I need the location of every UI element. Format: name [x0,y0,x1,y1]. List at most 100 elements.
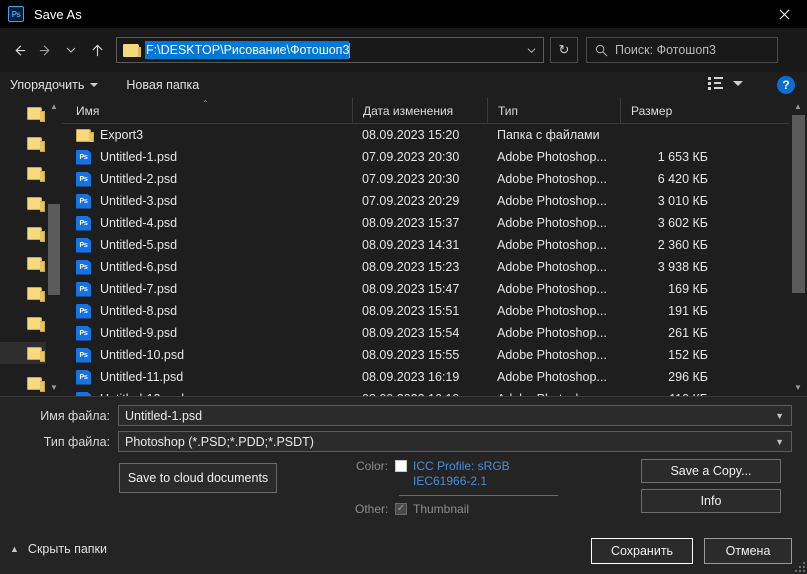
folder-icon [27,256,45,272]
folder-icon [27,136,45,152]
psd-file-icon: Ps [76,325,91,341]
file-name-label: Untitled-8.psd [100,304,178,318]
file-size-cell: 3 938 КБ [657,260,708,274]
table-row[interactable]: Ps Untitled-7.psd 08.09.2023 15:47 Adobe Ph… [62,278,789,300]
scroll-up-arrow-icon[interactable]: ▲ [46,98,62,115]
hide-folders-toggle[interactable]: ▲ Скрыть папки [10,542,107,556]
save-to-cloud-documents-button[interactable]: Save to cloud documents [119,463,277,493]
forward-button[interactable] [32,34,58,66]
save-a-copy-label: Save a Copy... [670,464,752,478]
file-size-cell: 2 360 КБ [657,238,708,252]
table-row[interactable]: PsUntitled-12.psd08.09.2023 16:19Adobe P… [62,388,789,396]
file-date-cell: 07.09.2023 20:30 [362,172,460,186]
resize-grip[interactable] [793,560,805,572]
table-row[interactable]: Ps Untitled-3.psd 07.09.2023 20:29 Adobe Ph… [62,190,789,212]
refresh-button[interactable]: ↻ [550,37,578,63]
cancel-label: Отмена [725,544,771,558]
chevron-down-icon [527,47,535,53]
chevron-down-icon[interactable]: ▼ [775,437,784,447]
scroll-up-arrow-icon[interactable]: ▲ [789,98,807,115]
table-row[interactable]: Export3 08.09.2023 15:20 Папка с файлами [62,124,789,146]
filetype-select[interactable]: Photoshop (*.PSD;*.PDD;*.PSDT) ▼ [118,431,792,452]
close-window-button[interactable] [761,0,807,28]
info-button[interactable]: Info [641,489,781,513]
file-name-cell: Ps Untitled-10.psd [62,347,352,363]
icc-profile-checkbox[interactable] [395,460,407,472]
file-list-scrollbar-thumb[interactable] [792,115,805,293]
table-row[interactable]: Ps Untitled-9.psd 08.09.2023 15:54 Adobe Ph… [62,322,789,344]
file-name-label: Untitled-11.psd [100,370,184,384]
folder-icon [27,226,45,242]
column-header-4[interactable]: Размер [620,98,720,124]
table-row[interactable]: Ps Untitled-8.psd 08.09.2023 15:51 Adobe Ph… [62,300,789,322]
search-input-text: Поиск: Фотошоп3 [615,43,717,57]
file-date-cell: 07.09.2023 20:30 [362,150,460,164]
table-row[interactable]: Ps Untitled-4.psd 08.09.2023 15:37 Adobe Ph… [62,212,789,234]
chevron-down-icon [66,47,76,53]
column-header-label: Имя [76,103,100,118]
save-to-cloud-label: Save to cloud documents [127,471,269,485]
file-type-cell: Adobe Photoshop... [497,194,607,208]
navigation-bar: F:\DESKTOP\Рисование\Фотошоп3 ↻ Поиск: Ф… [0,28,807,72]
table-row[interactable]: Ps Untitled-5.psd 08.09.2023 14:31 Adobe Ph… [62,234,789,256]
address-dropdown-button[interactable] [519,38,543,62]
save-a-copy-button[interactable]: Save a Copy... [641,459,781,483]
chevron-down-icon[interactable]: ▼ [775,411,784,421]
psd-file-icon: Ps [76,259,91,275]
tree-scrollbar[interactable]: ▲ ▼ [46,98,62,396]
table-row[interactable]: Ps Untitled-10.psd 08.09.2023 15:55 Adobe P… [62,344,789,366]
cancel-button[interactable]: Отмена [704,538,792,564]
file-size-cell: 3 010 КБ [657,194,708,208]
icc-profile-line-2: IEC61966-2.1 [413,474,488,488]
color-label: Color: [355,459,388,473]
file-name-label: Untitled-1.psd [100,150,178,164]
folder-icon [27,286,45,302]
scroll-down-arrow-icon[interactable]: ▼ [46,379,62,396]
folder-icon [27,106,45,122]
column-header-3[interactable]: Тип [487,98,620,124]
organize-label: Упорядочить [10,78,85,92]
view-options[interactable] [707,76,743,90]
file-name-cell: Ps Untitled-6.psd [62,259,352,275]
up-one-level-button[interactable] [84,34,110,66]
tree-scrollbar-thumb[interactable] [48,204,60,295]
table-row[interactable]: Ps Untitled-11.psd 08.09.2023 16:19 Adobe P… [62,366,789,388]
filename-input[interactable]: Untitled-1.psd ▼ [118,405,792,426]
file-list[interactable]: Export3 08.09.2023 15:20 Папка с файлами Ps… [62,124,789,396]
thumbnail-checkbox[interactable]: ✓ [395,503,407,515]
new-folder-label: Новая папка [126,78,200,92]
column-header-1[interactable]: Имя ⌃ [62,98,352,124]
psd-file-icon: Ps [76,171,91,187]
search-box[interactable]: Поиск: Фотошоп3 [586,37,778,63]
file-type-cell: Adobe Photoshop... [497,370,607,384]
table-row[interactable]: Ps Untitled-2.psd 07.09.2023 20:30 Adobe Ph… [62,168,789,190]
column-header-2[interactable]: Дата изменения [352,98,487,124]
chevron-down-icon[interactable] [733,80,743,86]
recent-locations-button[interactable] [58,34,84,66]
save-label: Сохранить [610,544,674,558]
file-date-cell: 08.09.2023 15:54 [362,326,460,340]
filetype-label: Тип файла: [43,434,110,449]
new-folder-button[interactable]: Новая папка [126,78,199,92]
scroll-down-arrow-icon[interactable]: ▼ [789,379,807,396]
file-list-scrollbar[interactable]: ▲ ▼ [789,98,807,396]
folder-icon [76,128,94,142]
organize-menu-button[interactable]: Упорядочить [10,78,99,92]
filename-value: Untitled-1.psd [125,408,203,423]
filetype-value: Photoshop (*.PSD;*.PDD;*.PSDT) [125,434,314,449]
view-list-icon [707,76,724,90]
address-bar[interactable]: F:\DESKTOP\Рисование\Фотошоп3 [116,37,544,63]
save-button[interactable]: Сохранить [591,538,693,564]
help-button[interactable]: ? [777,76,795,94]
table-row[interactable]: Ps Untitled-6.psd 08.09.2023 15:23 Adobe Ph… [62,256,789,278]
sort-ascending-icon: ⌃ [202,98,209,108]
file-date-cell: 08.09.2023 15:47 [362,282,460,296]
table-row[interactable]: Ps Untitled-1.psd 07.09.2023 20:30 Adobe Ph… [62,146,789,168]
close-icon [779,9,789,19]
back-button[interactable] [6,34,32,66]
file-name-cell: Ps Untitled-11.psd [62,369,352,385]
filename-label: Имя файла: [40,408,110,423]
arrow-up-icon [91,44,103,56]
file-type-cell: Adobe Photoshop... [497,172,607,186]
arrow-left-icon [14,44,25,56]
